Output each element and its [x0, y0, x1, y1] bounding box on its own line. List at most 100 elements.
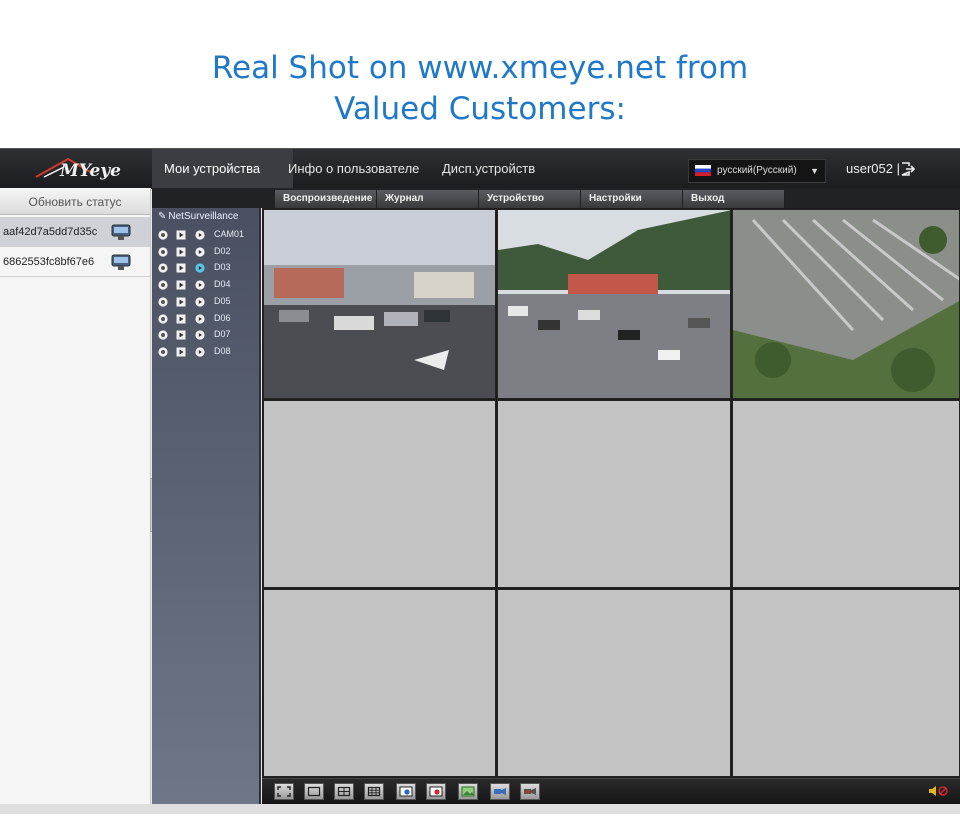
channel-label: D08 — [214, 345, 231, 356]
device-id: aaf42d7a5dd7d35c — [3, 226, 98, 238]
tab-device-manager[interactable]: Дисп.устройств — [430, 149, 547, 189]
volume-mute-icon[interactable] — [928, 785, 950, 797]
logo-text: MYeye — [60, 161, 121, 181]
user-label: user052 | — [846, 161, 900, 176]
stream-icon[interactable] — [195, 330, 205, 340]
record-toggle-button[interactable] — [426, 783, 446, 800]
video-cell-5[interactable] — [497, 400, 731, 588]
tab-user-info[interactable]: Инфо о пользователе — [276, 149, 431, 189]
play-icon[interactable] — [176, 230, 186, 240]
play-icon[interactable] — [176, 347, 186, 357]
playback-icon — [524, 788, 536, 795]
stream-icon[interactable] — [195, 247, 205, 257]
stream-icon[interactable] — [195, 263, 205, 273]
channel-label: D03 — [214, 262, 231, 273]
snapshot-button[interactable] — [396, 783, 416, 800]
tree-root-label: NetSurveillance — [168, 211, 239, 222]
tab-my-devices[interactable]: Мои устройства — [152, 149, 293, 189]
chevron-down-icon: ▼ — [810, 166, 819, 176]
subtab-settings[interactable]: Настройки — [581, 190, 683, 208]
video-cell-1[interactable] — [263, 209, 496, 399]
top-bar: MYeye Мои устройства Инфо о пользователе… — [0, 148, 960, 189]
channel-label: D04 — [214, 279, 231, 290]
headline-line-2: Valued Customers: — [334, 91, 626, 127]
logo[interactable]: MYeye — [0, 149, 152, 189]
tree-root[interactable]: ✎ NetSurveillance — [156, 211, 238, 222]
channel-label: D05 — [214, 295, 231, 306]
record-icon[interactable] — [158, 280, 168, 290]
subtab-playback[interactable]: Воспроизведение — [275, 190, 377, 208]
camera-feed-image — [498, 210, 730, 398]
subtab-exit[interactable]: Выход — [683, 190, 785, 208]
channel-label: CAM01 — [214, 229, 245, 239]
fullscreen-button[interactable] — [274, 783, 294, 800]
channel-tree: ✎ NetSurveillance CAM01 D02 D03 D04 D05 D06 D07… — [152, 208, 261, 804]
record-icon[interactable] — [158, 297, 168, 307]
stream-icon[interactable] — [195, 280, 205, 290]
status-footer — [0, 804, 960, 814]
playback-button[interactable] — [520, 783, 540, 800]
talk-button[interactable] — [490, 783, 510, 800]
play-icon[interactable] — [176, 280, 186, 290]
username: user052 — [846, 161, 893, 176]
play-icon[interactable] — [176, 263, 186, 273]
image-button[interactable] — [458, 783, 478, 800]
device-sidebar: Обновить статус aaf42d7a5dd7d35c 6862553… — [0, 188, 151, 814]
camera-feed-image — [264, 210, 495, 398]
snapshot-icon — [399, 786, 413, 797]
record-toggle-icon — [429, 786, 443, 797]
channel-label: D06 — [214, 312, 231, 323]
nine-view-icon — [367, 786, 381, 797]
single-view-icon — [307, 786, 321, 797]
video-cell-2[interactable] — [497, 209, 731, 399]
device-id: 6862553fc8bf67e6 — [3, 256, 95, 268]
record-icon[interactable] — [158, 263, 168, 273]
play-icon[interactable] — [176, 247, 186, 257]
talk-icon — [494, 788, 506, 795]
device-item[interactable]: aaf42d7a5dd7d35c — [0, 217, 150, 247]
record-icon[interactable] — [158, 330, 168, 340]
record-icon[interactable] — [158, 313, 168, 324]
nine-view-button[interactable] — [364, 783, 384, 800]
view-toolbar — [262, 778, 960, 805]
device-item[interactable]: 6862553fc8bf67e6 — [0, 247, 150, 277]
record-icon[interactable] — [158, 230, 168, 240]
stream-icon[interactable] — [195, 230, 205, 240]
play-icon[interactable] — [176, 297, 186, 307]
language-label: русский(Русский) — [717, 165, 797, 176]
refresh-status-button[interactable]: Обновить статус — [0, 190, 150, 215]
record-icon[interactable] — [158, 347, 168, 357]
fullscreen-icon — [277, 786, 291, 797]
subtab-log[interactable]: Журнал — [377, 190, 479, 208]
headline-line-1: Real Shot on www.xmeye.net from — [211, 50, 749, 86]
play-icon[interactable] — [176, 330, 186, 340]
flag-icon — [695, 165, 711, 176]
tree-root-icon: ✎ — [158, 211, 167, 222]
record-icon[interactable] — [158, 247, 168, 257]
stream-icon[interactable] — [195, 297, 205, 307]
video-cell-8[interactable] — [497, 589, 731, 777]
video-cell-9[interactable] — [732, 589, 960, 777]
video-cell-3[interactable] — [732, 209, 960, 399]
sub-nav: Воспроизведение Журнал Устройство Настро… — [152, 188, 960, 208]
device-icon — [111, 224, 131, 240]
camera-feed-image — [733, 210, 959, 398]
image-icon — [461, 786, 475, 797]
headline: Real Shot on www.xmeye.net from Valued C… — [0, 48, 960, 130]
logout-icon[interactable] — [900, 161, 916, 177]
video-grid — [262, 208, 960, 778]
video-cell-7[interactable] — [263, 589, 496, 777]
quad-view-button[interactable] — [334, 783, 354, 800]
channel-label: D07 — [214, 329, 231, 340]
stream-icon[interactable] — [195, 313, 205, 324]
video-cell-6[interactable] — [732, 400, 960, 588]
single-view-button[interactable] — [304, 783, 324, 800]
play-icon[interactable] — [176, 314, 186, 324]
device-icon — [111, 254, 131, 270]
channel-label: D02 — [214, 245, 231, 256]
language-select[interactable]: русский(Русский) ▼ — [688, 159, 826, 183]
video-cell-4[interactable] — [263, 400, 496, 588]
stream-icon[interactable] — [195, 347, 205, 357]
subtab-device[interactable]: Устройство — [479, 190, 581, 208]
xmeye-app: MYeye Мои устройства Инфо о пользователе… — [0, 148, 960, 814]
